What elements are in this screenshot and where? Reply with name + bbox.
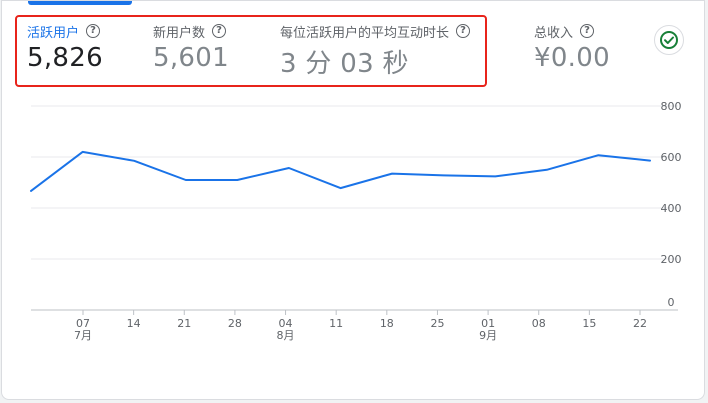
x-tick-label: 21 <box>177 317 191 330</box>
x-tick-month-label: 8月 <box>277 329 295 342</box>
y-tick-label: 800 <box>661 100 682 113</box>
x-tick-label: 25 <box>430 317 444 330</box>
x-tick-month-label: 9月 <box>479 329 497 342</box>
x-tick-label: 14 <box>127 317 141 330</box>
chart-x-ticks: 077月14 21 28 048月11 18 25 019月08 15 22 <box>74 310 647 342</box>
x-tick-label: 11 <box>329 317 343 330</box>
x-tick-label: 15 <box>582 317 596 330</box>
y-tick-label: 0 <box>668 296 675 309</box>
series-line <box>30 150 651 192</box>
x-tick-label: 18 <box>380 317 394 330</box>
chart-series <box>30 150 651 192</box>
active-users-line-chart: 0200400600800 077月14 21 28 048月11 18 25 019月08… <box>30 100 682 342</box>
x-tick-month-label: 7月 <box>74 329 92 342</box>
x-tick-label: 08 <box>532 317 546 330</box>
chart-gridlines <box>31 105 678 311</box>
x-tick-label: 22 <box>633 317 647 330</box>
y-tick-label: 200 <box>661 253 682 266</box>
y-tick-label: 400 <box>661 202 682 215</box>
x-tick-label: 28 <box>228 317 242 330</box>
chart-y-ticks: 0 200 400 600 800 <box>661 100 682 309</box>
y-tick-label: 600 <box>661 151 682 164</box>
